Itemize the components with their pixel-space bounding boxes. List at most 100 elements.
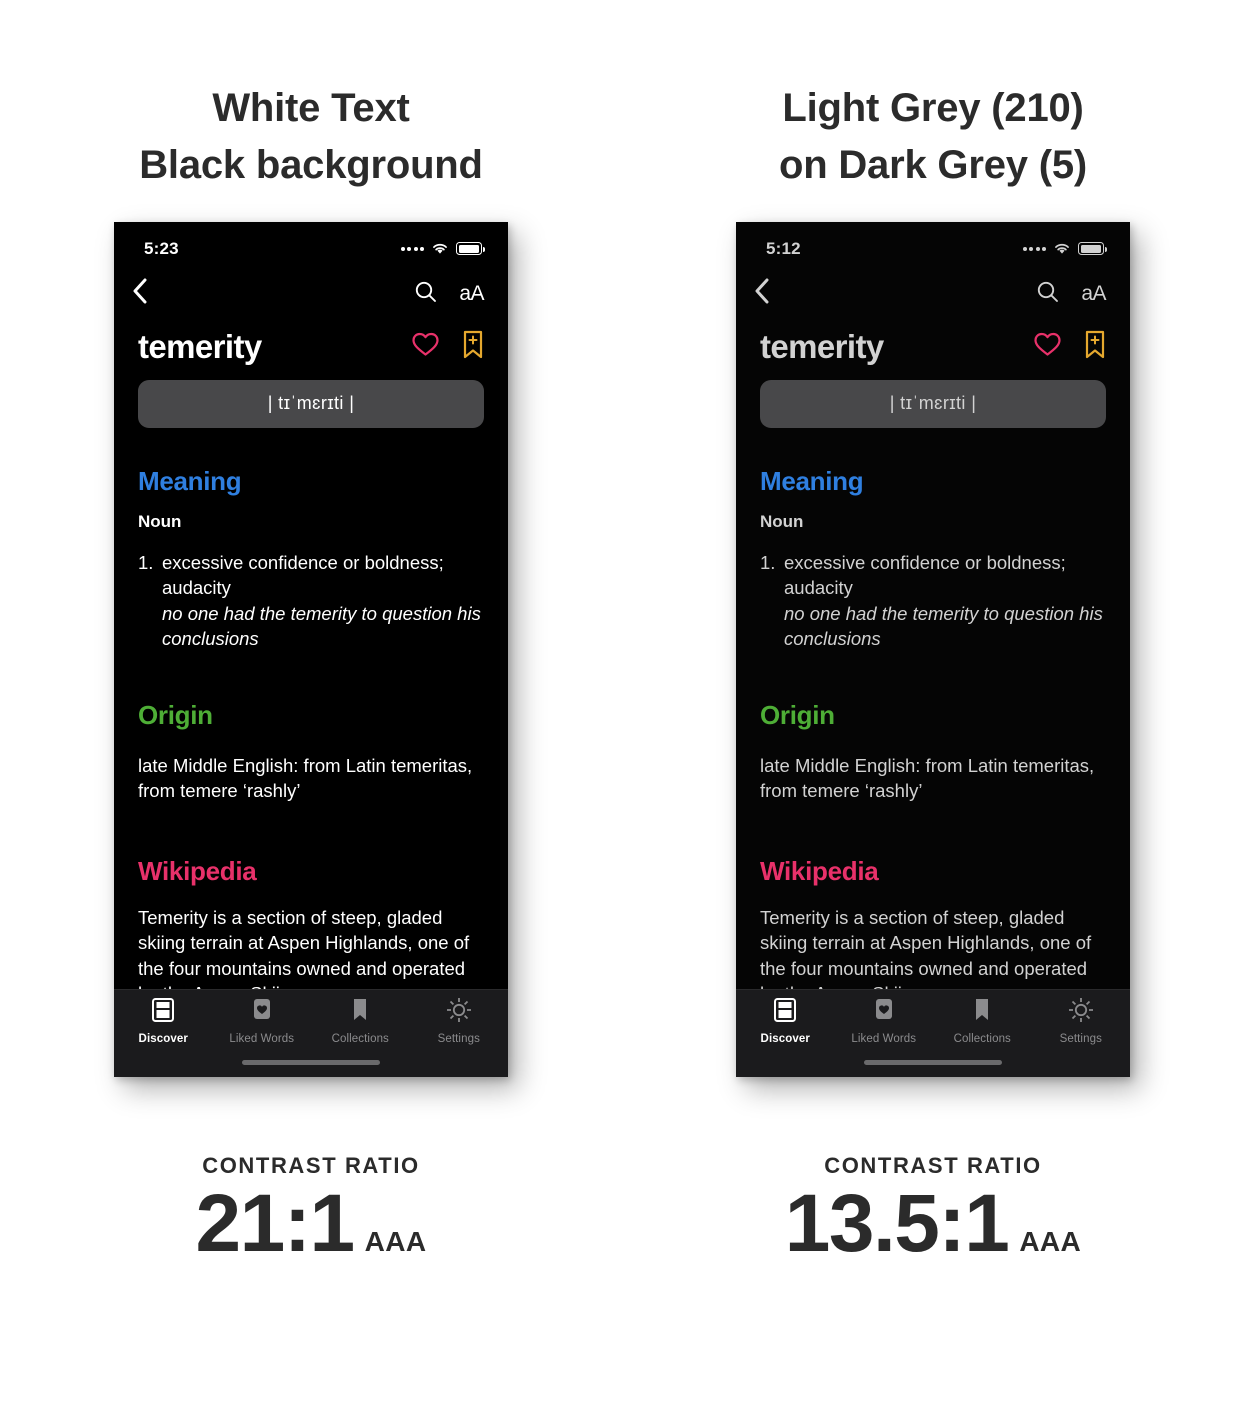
definition-item: 1. excessive confidence or boldness; aud… [138,550,484,652]
contrast-ratio-value: 21:1 [195,1177,356,1269]
tab-liked-words[interactable]: Liked Words [213,997,312,1054]
contrast-ratio-row: 21:1 AAA [195,1177,427,1269]
battery-icon [1078,242,1107,256]
section-title-origin: Origin [760,699,835,730]
word-header: temerity [114,320,508,366]
tab-label: Liked Words [229,1032,295,1045]
bookmark-plus-icon[interactable] [462,330,484,364]
gear-icon [1068,997,1094,1028]
status-time: 5:23 [144,238,179,258]
tab-settings[interactable]: Settings [1032,997,1131,1054]
definition-list: 1. excessive confidence or boldness; aud… [760,550,1106,652]
heart-card-icon [872,997,896,1028]
tab-settings[interactable]: Settings [410,997,509,1054]
wikipedia-section: Wikipedia Temerity is a section of steep… [138,856,484,1007]
bookmark-icon [970,997,994,1028]
contrast-ratio-label: CONTRAST RATIO [824,1152,1042,1178]
book-icon [151,997,175,1028]
wifi-icon [1053,242,1071,255]
definition-item: 1. excessive confidence or boldness; aud… [760,550,1106,652]
tab-label: Collections [953,1032,1011,1045]
back-button[interactable] [754,278,770,309]
contrast-ratio-block: CONTRAST RATIO 21:1 AAA [196,1153,427,1264]
word-actions [1033,330,1106,364]
part-of-speech: Noun [760,511,804,531]
contrast-ratio-row: 13.5:1 AAA [784,1177,1082,1269]
search-icon[interactable] [414,280,437,308]
status-icons [1022,242,1107,256]
bookmark-icon [348,997,372,1028]
origin-section: Origin late Middle English: from Latin t… [760,700,1106,804]
origin-text: late Middle English: from Latin temerita… [760,754,1095,802]
panel-heading-line2: Black background [139,142,483,187]
origin-text: late Middle English: from Latin temerita… [138,754,473,802]
tab-collections[interactable]: Collections [311,997,410,1054]
home-indicator[interactable] [864,1059,1002,1065]
word-title: temerity [138,327,262,365]
word-actions [411,330,484,364]
panel-heading: White Text Black background [51,80,571,194]
panel-heading-line1: White Text [212,86,410,130]
contrast-ratio-level: AAA [364,1226,427,1258]
section-title-origin: Origin [138,699,213,730]
word-header: temerity [736,320,1130,366]
back-button[interactable] [132,278,148,309]
status-bar: 5:12 [736,222,1130,268]
phonetic-pill[interactable]: | tɪˈmɛrɪti | [760,379,1106,428]
definition-number: 1. [760,551,776,573]
bookmark-plus-icon[interactable] [1084,330,1106,364]
contrast-ratio-label: CONTRAST RATIO [202,1152,420,1178]
section-title-wikipedia: Wikipedia [760,855,879,886]
tab-collections[interactable]: Collections [933,997,1032,1054]
status-icons [400,242,485,256]
contrast-ratio-value: 13.5:1 [784,1177,1010,1269]
tab-label: Discover [138,1032,188,1045]
panel-white-text: White Text Black background 5:23 aA teme… [0,0,622,1419]
heart-icon[interactable] [411,331,440,362]
search-icon[interactable] [1036,280,1059,308]
origin-section: Origin late Middle English: from Latin t… [138,700,484,804]
contrast-ratio-level: AAA [1019,1226,1082,1258]
signal-dots-icon [1022,246,1046,251]
nav-actions: aA [1036,280,1106,308]
heart-icon[interactable] [1033,331,1062,362]
panel-heading-line1: Light Grey (210) [782,86,1084,130]
definition-list: 1. excessive confidence or boldness; aud… [138,550,484,652]
tab-discover[interactable]: Discover [736,997,835,1054]
phonetic-pill[interactable]: | tɪˈmɛrɪti | [138,379,484,428]
definition-number: 1. [138,551,154,573]
section-title-wikipedia: Wikipedia [138,855,257,886]
comparison-board: White Text Black background 5:23 aA teme… [0,0,1245,1419]
panel-heading-line2: on Dark Grey (5) [778,142,1087,187]
tab-liked-words[interactable]: Liked Words [835,997,934,1054]
definition-example: no one had the temerity to question his … [784,602,1103,650]
word-title: temerity [760,327,884,365]
definition-text: excessive confidence or boldness; audaci… [162,551,444,599]
nav-row: aA [114,268,508,320]
tab-label: Collections [331,1032,389,1045]
tab-label: Discover [760,1032,810,1045]
definition-content: Meaning Noun 1. excessive confidence or … [114,466,508,1007]
nav-actions: aA [414,280,484,308]
contrast-ratio-block: CONTRAST RATIO 13.5:1 AAA [785,1153,1081,1264]
battery-icon [456,242,485,256]
home-indicator[interactable] [242,1059,380,1065]
status-time: 5:12 [766,238,801,258]
tab-list: Discover Liked Words Collections Setting… [736,990,1130,1054]
tab-bar: Discover Liked Words Collections Setting… [114,988,509,1077]
gear-icon [446,997,472,1028]
text-size-button[interactable]: aA [459,282,484,306]
phone-screen: 5:23 aA temerity | tɪˈmɛrɪti | Meaning N… [114,221,509,1077]
section-title-meaning: Meaning [138,465,242,496]
part-of-speech: Noun [138,511,182,531]
tab-discover[interactable]: Discover [114,997,213,1054]
wikipedia-section: Wikipedia Temerity is a section of steep… [760,856,1106,1007]
definition-text: excessive confidence or boldness; audaci… [784,551,1066,599]
text-size-button[interactable]: aA [1081,282,1106,306]
tab-label: Liked Words [851,1032,917,1045]
definition-content: Meaning Noun 1. excessive confidence or … [736,466,1130,1007]
nav-row: aA [736,268,1130,320]
panel-heading: Light Grey (210) on Dark Grey (5) [673,80,1193,194]
tab-label: Settings [437,1032,480,1045]
phone-screen: 5:12 aA temerity | tɪˈmɛrɪti | Meaning N… [736,221,1130,1077]
